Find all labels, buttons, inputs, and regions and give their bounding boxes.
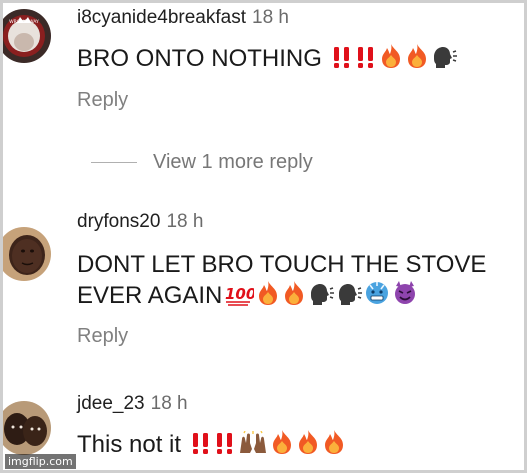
avatar[interactable] (3, 227, 51, 281)
comment-text-line-2-row: EVER AGAIN 100 (77, 280, 486, 314)
username[interactable]: dryfons20 (77, 211, 160, 232)
fire-icon (282, 280, 306, 314)
avatar-text: WRONG WAY (9, 19, 39, 25)
raised-hands-icon (238, 430, 268, 463)
speaking-head-icon (308, 282, 335, 314)
double-exclamation-icon (355, 45, 377, 77)
timestamp: 18 h (166, 211, 204, 232)
username[interactable]: jdee_23 (77, 393, 145, 414)
avatar[interactable]: WRONG WAY (3, 9, 51, 63)
fire-icon (256, 280, 280, 314)
hundred-icon: 100 (224, 282, 257, 314)
divider-line (91, 162, 137, 163)
timestamp: 18 h (252, 7, 289, 28)
comment-text: DONT LET BRO TOUCH THE STOVE EVER AGAIN … (77, 249, 486, 314)
svg-text:100: 100 (225, 285, 254, 303)
fire-icon (296, 429, 320, 463)
reply-button[interactable]: Reply (77, 325, 128, 348)
speaking-head-icon (431, 45, 457, 77)
cold-face-icon (364, 280, 390, 314)
comment-text-line-1: DONT LET BRO TOUCH THE STOVE (77, 251, 487, 278)
view-more-replies-label[interactable]: View 1 more reply (153, 151, 313, 173)
double-exclamation-icon (331, 45, 353, 77)
fire-icon (405, 43, 429, 77)
comment-meta: i8cyanide4breakfast 18 h (77, 7, 289, 29)
fire-icon (270, 429, 294, 463)
comment-meta: jdee_23 18 h (77, 393, 188, 415)
fire-icon (379, 43, 403, 77)
avatar[interactable] (3, 401, 51, 455)
view-more-replies[interactable]: View 1 more reply (91, 151, 313, 174)
reply-button[interactable]: Reply (77, 89, 128, 112)
comment-text-content: BRO ONTO NOTHING (77, 45, 322, 72)
comment-text-line-2: EVER AGAIN (77, 282, 223, 309)
fire-icon (322, 429, 346, 463)
avatar-image (3, 227, 51, 281)
avatar-image (3, 401, 51, 455)
watermark: imgflip.com (5, 454, 76, 469)
smiling-imp-icon (392, 280, 418, 314)
comment-text-content: This not it (77, 431, 182, 458)
comment-text: This not it (77, 429, 346, 463)
double-exclamation-icon (190, 431, 212, 463)
speaking-head-icon (336, 282, 363, 314)
double-exclamation-icon (214, 431, 236, 463)
username[interactable]: i8cyanide4breakfast (77, 7, 246, 28)
comment-text: BRO ONTO NOTHING (77, 43, 457, 77)
timestamp: 18 h (150, 393, 188, 414)
avatar-image: WRONG WAY (3, 9, 51, 63)
comment-thread: WRONG WAY i8cyanide4breakfast 18 h BRO ON… (0, 0, 527, 473)
comment-meta: dryfons20 18 h (77, 211, 203, 233)
